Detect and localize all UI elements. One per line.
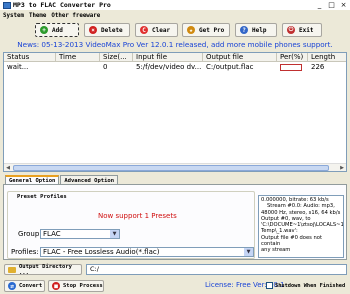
delete-button[interactable]: × Delete [84,23,130,37]
clear-button[interactable]: C Clear [135,23,178,37]
cell-status: wait... [7,63,29,71]
stop-process-button[interactable]: ■ Stop Process [48,280,104,292]
shutdown-checkbox[interactable]: Shutdown When Finished [266,282,345,289]
group-title: Preset Profiles [15,194,69,200]
maximize-button[interactable]: □ [327,1,336,9]
cell-output-file: C:/output.flac [206,63,254,71]
help-icon: ? [240,26,248,34]
file-list[interactable]: Status Time Size(... Input file Output f… [3,52,347,172]
title-bar: MP3 to FLAC Converter Pro _ □ × [0,0,350,10]
clear-icon: C [140,26,148,34]
get-pro-button[interactable]: ★ Get Pro [182,23,230,37]
group-select[interactable]: FLAC ▼ [40,229,120,239]
column-percent[interactable]: Per(%) [277,53,308,62]
profiles-select[interactable]: FLAC - Free Lossless Audio(*.flac) ▼ [40,247,254,257]
column-size[interactable]: Size(... [100,53,133,62]
cell-length: 226 [311,63,325,71]
column-input-file[interactable]: Input file [133,53,203,62]
menu-theme[interactable]: Theme [29,13,46,19]
preset-profiles-group: Preset Profiles Now support 1 Presets Gr… [7,191,255,259]
stop-icon: ■ [52,282,60,290]
plus-icon: + [40,26,48,34]
horizontal-scrollbar[interactable]: ◀ ▶ [4,163,346,171]
output-path-field[interactable]: C:/ [86,264,347,275]
scroll-thumb[interactable] [13,165,329,171]
help-button[interactable]: ? Help [235,23,277,37]
convert-icon: ⇄ [8,282,16,290]
log-output[interactable]: 0.000000, bitrate: 63 kb/s Stream #0.0: … [258,195,344,258]
profiles-label: Profiles: [11,248,39,256]
cell-input-file: 5:/f/dev/video dv... [136,63,202,71]
general-option-panel: Preset Profiles Now support 1 Presets Gr… [3,184,347,260]
minimize-button[interactable]: _ [315,1,324,9]
scroll-right-icon[interactable]: ▶ [338,164,346,172]
add-button[interactable]: + Add [35,23,79,37]
exit-icon: ⏻ [287,26,295,34]
menu-other-freeware[interactable]: Other freeware [51,13,100,19]
close-button[interactable]: × [339,1,348,9]
delete-icon: × [89,26,97,34]
group-label: Group: [18,230,42,238]
menu-bar: System Theme Other freeware [0,11,350,20]
column-status[interactable]: Status [4,53,56,62]
list-header: Status Time Size(... Input file Output f… [4,53,346,62]
news-ticker[interactable]: News: 05-13-2013 VideoMax Pro Ver 12.0.1… [0,40,350,50]
progress-bar [280,64,302,71]
toolbar: + Add × Delete C Clear ★ Get Pro ? Help … [0,21,350,38]
column-length[interactable]: Length [308,53,346,62]
scroll-left-icon[interactable]: ◀ [4,164,12,172]
checkbox-icon[interactable] [266,282,273,289]
cell-size: 0 [103,63,108,71]
convert-button[interactable]: ⇄ Convert [4,280,45,292]
output-directory-button[interactable]: Output Directory ... [4,264,82,276]
chevron-down-icon[interactable]: ▼ [110,230,119,238]
window-title: MP3 to FLAC Converter Pro [13,1,111,9]
app-icon [3,1,11,9]
cell-time [56,63,100,72]
chevron-down-icon[interactable]: ▼ [244,248,253,256]
column-output-file[interactable]: Output file [203,53,277,62]
exit-button[interactable]: ⏻ Exit [282,23,322,37]
pro-icon: ★ [187,26,195,34]
folder-icon [8,266,16,273]
menu-system[interactable]: System [3,13,24,19]
support-text: Now support 1 Presets [98,212,177,220]
column-time[interactable]: Time [56,53,100,62]
